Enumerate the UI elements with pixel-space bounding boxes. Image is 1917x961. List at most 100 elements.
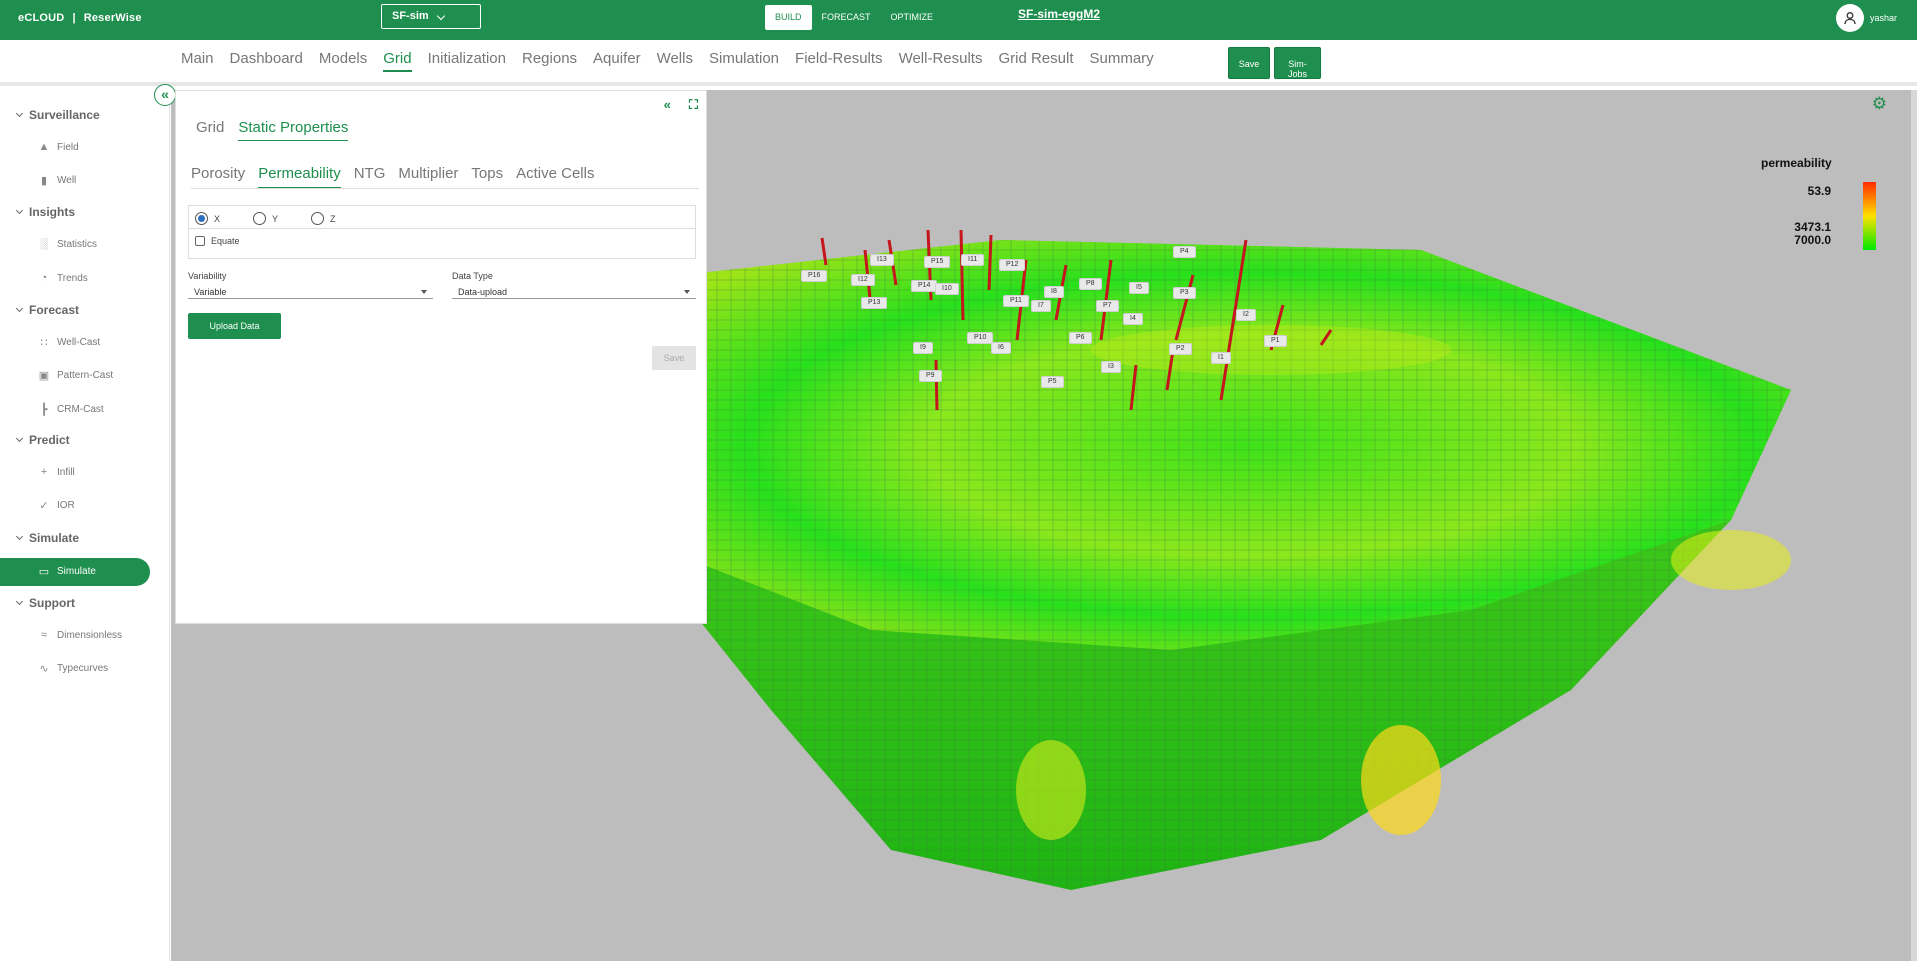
well-label-p2[interactable]: P2	[1169, 343, 1192, 355]
well-label-p6[interactable]: P6	[1069, 332, 1092, 344]
nav-regions[interactable]: Regions	[522, 50, 577, 72]
tab-ntg[interactable]: NTG	[354, 165, 386, 188]
checkbox-box	[195, 236, 205, 246]
well-label-i9[interactable]: I9	[913, 342, 933, 354]
sidebar-group-support[interactable]: Support	[15, 596, 75, 610]
save-button[interactable]: Save	[1228, 47, 1270, 79]
radio-axis-y[interactable]: Y	[253, 212, 311, 225]
equate-checkbox[interactable]: Equate	[195, 236, 240, 246]
simulation-name-link[interactable]: SF-sim-eggM2	[1018, 7, 1100, 21]
radio-axis-x[interactable]: X	[195, 212, 253, 225]
nav-grid[interactable]: Grid	[383, 50, 412, 72]
gear-icon[interactable]: ⚙	[1872, 94, 1887, 114]
nav-simulation[interactable]: Simulation	[709, 50, 779, 72]
radio-axis-z[interactable]: Z	[311, 212, 369, 225]
data-type-value: Data-upload	[458, 287, 508, 297]
sim-jobs-button[interactable]: Sim-Jobs	[1274, 47, 1321, 79]
well-label-i1[interactable]: I1	[1211, 352, 1231, 364]
well-label-p7[interactable]: P7	[1096, 300, 1119, 312]
sidebar-item-typecurves[interactable]: ∿ Typecurves	[36, 662, 108, 675]
well-label-i13[interactable]: I13	[870, 254, 894, 266]
sidebar-item-crm-cast[interactable]: ┣ CRM-Cast	[36, 403, 104, 416]
tab-tops[interactable]: Tops	[471, 165, 503, 188]
scrollbar[interactable]	[1911, 90, 1917, 961]
sidebar-item-field[interactable]: ▲ Field	[36, 141, 79, 153]
well-label-p13[interactable]: P13	[861, 297, 888, 309]
well-label-p4[interactable]: P4	[1173, 246, 1196, 258]
user-menu[interactable]: yashar	[1835, 4, 1897, 32]
fullscreen-icon[interactable]: ⛶	[689, 97, 698, 113]
sidebar-group-simulate[interactable]: Simulate	[15, 531, 80, 545]
sidebar-item-pattern-cast[interactable]: ▣ Pattern-Cast	[36, 369, 113, 382]
sidebar-group-forecast[interactable]: Forecast	[15, 303, 79, 317]
tab-porosity[interactable]: Porosity	[191, 165, 245, 188]
sidebar-item-infill[interactable]: + Infill	[36, 466, 75, 478]
sidebar-item-statistics[interactable]: ░ Statistics	[36, 238, 97, 250]
nav-well-results[interactable]: Well-Results	[899, 50, 983, 72]
app-brand[interactable]: eCLOUD | ReserWise	[18, 12, 142, 24]
sidebar: Surveillance ▲ Field ▮ Well Insights ░ Stat…	[0, 90, 170, 961]
well-label-p10[interactable]: P10	[967, 332, 994, 344]
sidebar-item-trends[interactable]: ◔ Trends	[36, 272, 88, 284]
mode-tab-optimize[interactable]: OPTIMIZE	[881, 5, 944, 30]
well-label-i11[interactable]: I11	[961, 254, 985, 266]
well-label-p11[interactable]: P11	[1003, 295, 1029, 307]
project-select[interactable]: SF-sim	[381, 4, 481, 29]
tab-active-cells[interactable]: Active Cells	[516, 165, 594, 188]
nav-initialization[interactable]: Initialization	[428, 50, 506, 72]
upload-data-button[interactable]: Upload Data	[188, 313, 281, 339]
well-label-p14[interactable]: P14	[911, 280, 938, 292]
sidebar-item-well-cast[interactable]: ∷ Well-Cast	[36, 336, 101, 349]
well-label-i2[interactable]: I2	[1236, 309, 1256, 321]
well-label-p8[interactable]: P8	[1079, 278, 1102, 290]
tab-static-properties[interactable]: Static Properties	[238, 119, 349, 141]
variability-select[interactable]: Variable	[188, 281, 433, 299]
nav-dashboard[interactable]: Dashboard	[230, 50, 303, 72]
well-label-p16[interactable]: P16	[801, 270, 828, 282]
mode-tab-build[interactable]: BUILD	[765, 5, 812, 30]
tab-permeability[interactable]: Permeability	[258, 165, 341, 188]
sidebar-item-simulate[interactable]: ▭ Simulate	[0, 558, 150, 586]
well-label-i5[interactable]: I5	[1129, 282, 1149, 294]
sidebar-group-insights[interactable]: Insights	[15, 205, 75, 219]
well-label-i4[interactable]: I4	[1123, 313, 1143, 325]
user-name: yashar	[1869, 13, 1897, 23]
well-label-i7[interactable]: I7	[1031, 300, 1051, 312]
high-perm-zone	[1016, 740, 1086, 840]
well-label-p12[interactable]: P12	[999, 259, 1026, 271]
nav-main[interactable]: Main	[181, 50, 214, 72]
panel-controls: « ⛶	[646, 97, 698, 113]
well-label-i12[interactable]: I12	[851, 274, 875, 286]
tab-multiplier[interactable]: Multiplier	[398, 165, 458, 188]
sidebar-item-dimensionless[interactable]: ≈ Dimensionless	[36, 629, 122, 641]
nav-grid-result[interactable]: Grid Result	[998, 50, 1073, 72]
nav-wells[interactable]: Wells	[657, 50, 693, 72]
collapse-sidebar-button[interactable]: «	[154, 84, 176, 106]
well-label-i6[interactable]: I6	[991, 342, 1011, 354]
mode-tabs: BUILD FORECAST OPTIMIZE	[765, 5, 943, 30]
sidebar-group-label: Simulate	[29, 531, 80, 545]
plus-icon: +	[40, 466, 48, 478]
well-label-p1[interactable]: P1	[1264, 335, 1287, 347]
well-label-p9[interactable]: P9	[919, 370, 942, 382]
well-label-i3[interactable]: I3	[1101, 361, 1121, 373]
sidebar-group-surveillance[interactable]: Surveillance	[15, 108, 100, 122]
panel-save-button[interactable]: Save	[652, 346, 696, 370]
well-label-p5[interactable]: P5	[1041, 376, 1064, 388]
nav-field-results[interactable]: Field-Results	[795, 50, 883, 72]
tab-grid[interactable]: Grid	[196, 119, 224, 141]
sidebar-item-well[interactable]: ▮ Well	[36, 174, 76, 187]
nav-models[interactable]: Models	[319, 50, 367, 72]
collapse-panel-icon[interactable]: «	[664, 97, 671, 113]
nav-aquifer[interactable]: Aquifer	[593, 50, 641, 72]
well-trajectory	[987, 234, 993, 291]
well-label-p15[interactable]: P15	[924, 256, 951, 268]
sidebar-item-ior[interactable]: ✓ IOR	[36, 499, 74, 512]
nav-summary[interactable]: Summary	[1090, 50, 1154, 72]
well-label-i10[interactable]: I10	[935, 283, 959, 295]
well-label-p3[interactable]: P3	[1173, 287, 1196, 299]
sidebar-group-predict[interactable]: Predict	[15, 433, 70, 447]
mode-tab-forecast[interactable]: FORECAST	[812, 5, 881, 30]
data-type-select[interactable]: Data-upload	[452, 281, 696, 299]
well-label-i8[interactable]: I8	[1044, 286, 1064, 298]
